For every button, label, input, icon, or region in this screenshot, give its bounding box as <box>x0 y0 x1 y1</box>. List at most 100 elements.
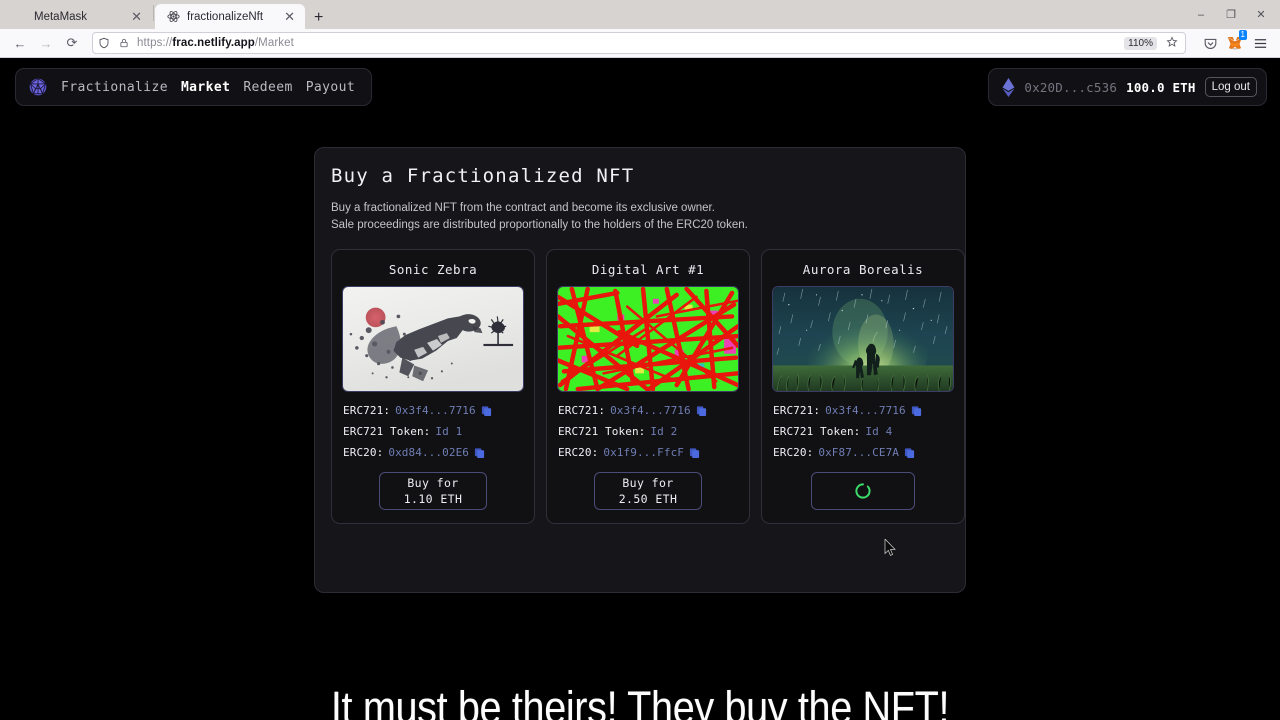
forward-button[interactable]: → <box>34 32 58 54</box>
copy-icon[interactable] <box>911 405 922 417</box>
nft-title: Sonic Zebra <box>389 262 477 277</box>
mouse-cursor <box>884 539 896 557</box>
buy-button-price: 2.50 ETH <box>619 491 678 507</box>
browser-tab-fractionalizenft[interactable]: fractionalizeNft ✕ <box>155 4 305 29</box>
meta-label: ERC721: <box>773 404 820 417</box>
ethereum-diamond-icon <box>1001 78 1015 96</box>
nav-link-redeem[interactable]: Redeem <box>243 80 292 95</box>
zoom-level-badge[interactable]: 110% <box>1124 37 1157 50</box>
account-address[interactable]: 0x20D...c536 <box>1024 80 1117 95</box>
account-balance: 100.0 ETH <box>1126 80 1196 95</box>
nft-card[interactable]: Sonic Zebra <box>331 249 535 524</box>
meta-label: ERC721 Token: <box>558 425 645 438</box>
meta-row-erc721: ERC721: 0x3f4...7716 <box>558 404 738 417</box>
nav-link-market[interactable]: Market <box>181 80 230 95</box>
nft-image-frame <box>557 286 739 392</box>
nav-link-fractionalize[interactable]: Fractionalize <box>61 80 168 95</box>
buy-button-price: 1.10 ETH <box>404 491 463 507</box>
lock-icon[interactable] <box>117 36 131 50</box>
nav-link-payout[interactable]: Payout <box>306 80 355 95</box>
shield-icon[interactable] <box>97 36 111 50</box>
close-window-button[interactable]: ✕ <box>1246 8 1276 21</box>
browser-window: MetaMask ✕ fractionalizeNft ✕ + – ❐ ✕ <box>0 0 1280 720</box>
account-widget: 0x20D...c536 100.0 ETH Log out <box>988 68 1267 106</box>
window-controls: – ❐ ✕ <box>1186 0 1276 29</box>
browser-toolbar: ← → ⟳ https://frac.netlify.app/Market 11… <box>0 29 1280 58</box>
meta-row-token-id: ERC721 Token: Id 4 <box>773 425 953 438</box>
meta-label: ERC721 Token: <box>343 425 430 438</box>
nft-image-frame <box>772 286 954 392</box>
url-prefix: https:// <box>137 37 172 49</box>
buy-button-label: Buy for <box>622 475 673 491</box>
meta-row-erc20: ERC20: 0x1f9...FfcF <box>558 446 738 459</box>
erc20-address: 0x1f9...FfcF <box>603 446 684 459</box>
erc721-address: 0x3f4...7716 <box>610 404 691 417</box>
logout-button[interactable]: Log out <box>1205 77 1257 97</box>
maximize-button[interactable]: ❐ <box>1216 8 1246 21</box>
meta-label: ERC20: <box>343 446 383 459</box>
metamask-fox-icon[interactable]: 1 <box>1226 34 1244 52</box>
loading-spinner-icon <box>854 482 872 500</box>
browser-tab-metamask[interactable]: MetaMask ✕ <box>2 4 152 29</box>
react-atom-icon <box>166 10 180 24</box>
extension-badge-count: 1 <box>1239 30 1247 40</box>
dapp-page: Fractionalize Market Redeem Payout 0x20D… <box>0 59 1280 720</box>
copy-icon[interactable] <box>481 405 492 417</box>
nft-meta: ERC721: 0x3f4...7716 ERC721 Token: Id 2 … <box>558 404 738 467</box>
metamask-favicon <box>13 10 27 24</box>
nft-card[interactable]: Digital Art #1 <box>546 249 750 524</box>
panel-subtitle-line1: Buy a fractionalized NFT from the contra… <box>331 200 949 217</box>
meta-label: ERC721 Token: <box>773 425 860 438</box>
erc20-address: 0xd84...02E6 <box>388 446 469 459</box>
reload-button[interactable]: ⟳ <box>60 32 84 54</box>
copy-icon[interactable] <box>474 447 485 459</box>
nft-card-list: Sonic Zebra <box>331 249 949 524</box>
token-id: Id 2 <box>650 425 677 438</box>
star-icon[interactable] <box>1163 36 1181 51</box>
url-text[interactable]: https://frac.netlify.app/Market <box>137 37 1118 49</box>
meta-row-erc721: ERC721: 0x3f4...7716 <box>343 404 523 417</box>
buy-nft-panel: Buy a Fractionalized NFT Buy a fractiona… <box>314 147 966 593</box>
pocket-icon[interactable] <box>1198 32 1222 54</box>
app-nav-links: Fractionalize Market Redeem Payout <box>61 80 355 95</box>
meta-row-erc20: ERC20: 0xF87...CE7A <box>773 446 953 459</box>
copy-icon[interactable] <box>689 447 700 459</box>
erc721-address: 0x3f4...7716 <box>825 404 906 417</box>
toolbar-right: 1 <box>1194 32 1272 54</box>
zebra-dispersion-artwork <box>343 287 523 391</box>
url-path: /Market <box>255 37 294 49</box>
close-icon[interactable]: ✕ <box>282 10 297 23</box>
meta-row-erc20: ERC20: 0xd84...02E6 <box>343 446 523 459</box>
token-id: Id 1 <box>435 425 462 438</box>
green-red-abstract-lines-artwork <box>558 287 738 391</box>
new-tab-button[interactable]: + <box>305 10 332 26</box>
back-button[interactable]: ← <box>8 32 32 54</box>
tab-title: MetaMask <box>34 11 122 23</box>
meta-row-token-id: ERC721 Token: Id 2 <box>558 425 738 438</box>
minimize-button[interactable]: – <box>1186 9 1216 21</box>
buy-button[interactable]: Buy for 1.10 ETH <box>379 472 487 510</box>
buy-button[interactable]: Buy for 2.50 ETH <box>594 472 702 510</box>
aurora-night-sky-figures-artwork <box>773 287 953 391</box>
nft-card[interactable]: Aurora Borealis <box>761 249 965 524</box>
hamburger-menu-icon[interactable] <box>1248 32 1272 54</box>
erc20-address: 0xF87...CE7A <box>818 446 899 459</box>
url-domain: frac.netlify.app <box>172 37 255 49</box>
panel-subtitle-line2: Sale proceedings are distributed proport… <box>331 217 949 234</box>
nft-title: Aurora Borealis <box>803 262 923 277</box>
buy-button-label: Buy for <box>407 475 458 491</box>
meta-row-token-id: ERC721 Token: Id 1 <box>343 425 523 438</box>
url-bar[interactable]: https://frac.netlify.app/Market 110% <box>92 32 1186 54</box>
buy-button-loading[interactable] <box>811 472 915 510</box>
close-icon[interactable]: ✕ <box>129 10 144 23</box>
erc721-address: 0x3f4...7716 <box>395 404 476 417</box>
tab-divider <box>153 5 154 21</box>
copy-icon[interactable] <box>904 447 915 459</box>
nft-title: Digital Art #1 <box>592 262 704 277</box>
nft-image-frame <box>342 286 524 392</box>
meta-label: ERC20: <box>773 446 813 459</box>
meta-row-erc721: ERC721: 0x3f4...7716 <box>773 404 953 417</box>
copy-icon[interactable] <box>696 405 707 417</box>
nft-meta: ERC721: 0x3f4...7716 ERC721 Token: Id 4 … <box>773 404 953 467</box>
icosahedron-logo-icon[interactable] <box>28 77 48 97</box>
